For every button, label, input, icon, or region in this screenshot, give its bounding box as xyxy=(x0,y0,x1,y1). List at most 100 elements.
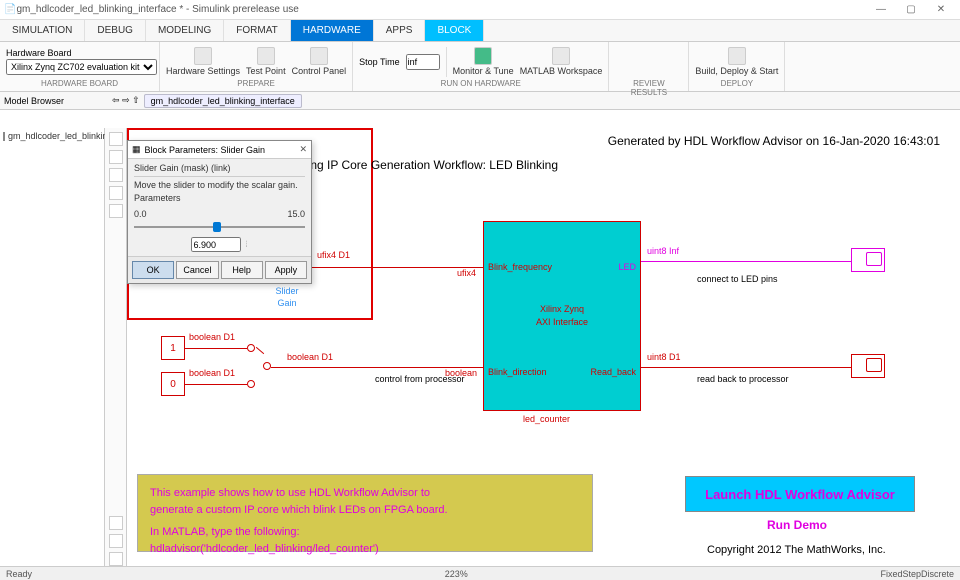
slider-value-input[interactable] xyxy=(191,237,241,252)
app-icon: 📄 xyxy=(4,4,16,15)
signal-uint-2: uint8 D1 xyxy=(647,352,681,362)
slider-low: 0.0 xyxy=(134,209,147,219)
wire xyxy=(641,367,851,368)
workspace-icon xyxy=(552,47,570,65)
led-counter-label: led_counter xyxy=(523,414,570,424)
wire xyxy=(185,384,247,385)
hwboard-label: Hardware Board xyxy=(6,48,157,58)
tab-modeling[interactable]: MODELING xyxy=(146,20,224,41)
generated-by-text: Generated by HDL Workflow Advisor on 16-… xyxy=(608,134,940,148)
dialog-titlebar[interactable]: ▦ Block Parameters: Slider Gain ✕ xyxy=(128,141,311,159)
launch-hdl-advisor-button[interactable]: Launch HDL Workflow Advisor xyxy=(685,476,915,512)
gear-icon xyxy=(194,47,212,65)
window-titlebar: 📄 gm_hdlcoder_led_blinking_interface * -… xyxy=(0,0,960,20)
signal-bool-3: boolean D1 xyxy=(287,352,333,362)
model-browser-label: Model Browser xyxy=(4,96,64,106)
tree-root[interactable]: gm_hdlcoder_led_blinking_in xyxy=(2,130,102,142)
model-canvas[interactable]: Generated by HDL Workflow Advisor on 16-… xyxy=(127,128,960,566)
slider-gain-name1: Slider xyxy=(270,286,304,296)
monitor-tune-button[interactable]: Monitor & Tune xyxy=(453,47,514,76)
main-title2: AXI Interface xyxy=(484,317,640,327)
ribbon: Hardware Board Xilinx Zynq ZC702 evaluat… xyxy=(0,42,960,92)
switch-node xyxy=(247,380,255,388)
zoom-fit-button[interactable] xyxy=(109,132,123,146)
tab-block[interactable]: BLOCK xyxy=(425,20,484,41)
tab-simulation[interactable]: SIMULATION xyxy=(0,20,85,41)
dialog-ok-button[interactable]: OK xyxy=(132,261,174,279)
control-from-label: control from processor xyxy=(375,374,465,385)
canvas-toolbar xyxy=(105,128,127,566)
switch-output xyxy=(263,362,271,370)
slider-thumb[interactable] xyxy=(213,222,221,232)
hwboard-section: HARDWARE BOARD xyxy=(6,79,153,89)
tab-hardware[interactable]: HARDWARE xyxy=(291,20,374,41)
slider-high: 15.0 xyxy=(287,209,305,219)
build-deploy-button[interactable]: Build, Deploy & Start xyxy=(695,47,778,76)
model-icon xyxy=(3,132,5,141)
annotate-button[interactable] xyxy=(109,516,123,530)
info-button[interactable] xyxy=(109,552,123,566)
testpoint-icon xyxy=(257,47,275,65)
panel-icon xyxy=(310,47,328,65)
switch-node xyxy=(247,344,255,352)
scope-led[interactable] xyxy=(851,248,885,272)
readback-label: read back to processor xyxy=(697,374,789,385)
tab-debug[interactable]: DEBUG xyxy=(85,20,146,41)
workspace: gm_hdlcoder_led_blinking_in Generated by… xyxy=(0,128,960,566)
breadcrumb[interactable]: gm_hdlcoder_led_blinking_interface xyxy=(144,94,302,108)
dialog-params-label: Parameters xyxy=(134,193,305,203)
constant-block-2[interactable]: 1 xyxy=(161,336,185,360)
minimize-button[interactable]: — xyxy=(866,1,896,19)
dialog-cancel-button[interactable]: Cancel xyxy=(176,261,218,279)
port-readback: Read_back xyxy=(590,367,636,377)
wire xyxy=(256,347,264,354)
diagram-title: Using IP Core Generation Workflow: LED B… xyxy=(293,158,558,172)
stoptime-label: Stop Time xyxy=(359,57,400,67)
library-button[interactable] xyxy=(109,534,123,548)
hwboard-select[interactable]: Xilinx Zynq ZC702 evaluation kit xyxy=(6,59,157,75)
dialog-title: Block Parameters: Slider Gain xyxy=(145,145,266,155)
scope-readback[interactable] xyxy=(851,354,885,378)
wire xyxy=(185,348,247,349)
close-button[interactable]: ✕ xyxy=(926,1,956,19)
toolstrip-tabs: SIMULATION DEBUG MODELING FORMAT HARDWAR… xyxy=(0,20,960,42)
test-point-button[interactable]: Test Point xyxy=(246,47,286,76)
window-title: gm_hdlcoder_led_blinking_interface * - S… xyxy=(16,4,298,15)
dialog-apply-button[interactable]: Apply xyxy=(265,261,307,279)
constant-block-3[interactable]: 0 xyxy=(161,372,185,396)
zoom-in-button[interactable] xyxy=(109,150,123,164)
hardware-settings-button[interactable]: Hardware Settings xyxy=(166,47,240,76)
annotation-note[interactable]: This example shows how to use HDL Workfl… xyxy=(137,474,593,552)
play-icon xyxy=(474,47,492,65)
block-parameters-dialog: ▦ Block Parameters: Slider Gain ✕ Slider… xyxy=(127,140,312,284)
zoom-out-button[interactable] xyxy=(109,168,123,182)
wire-mag xyxy=(641,261,851,262)
connect-to-label: connect to LED pins xyxy=(697,274,778,285)
control-panel-button[interactable]: Control Panel xyxy=(292,47,347,76)
slider-track[interactable] xyxy=(134,221,305,233)
main-title1: Xilinx Zynq xyxy=(484,304,640,314)
port-blink-frequency: Blink_frequency xyxy=(488,262,552,272)
maximize-button[interactable]: ▢ xyxy=(896,1,926,19)
signal-ufix-3: ufix4 xyxy=(457,268,476,278)
signal-bool-1: boolean D1 xyxy=(189,332,235,342)
status-solver: FixedStepDiscrete xyxy=(880,569,954,579)
dialog-close-button[interactable]: ✕ xyxy=(299,144,307,155)
signal-uint-1: uint8 Inf xyxy=(647,246,679,256)
dialog-help-button[interactable]: Help xyxy=(221,261,263,279)
deploy-icon xyxy=(728,47,746,65)
port-blink-direction: Blink_direction xyxy=(488,367,547,377)
dialog-mask: Slider Gain (mask) (link) xyxy=(134,163,305,173)
status-bar: Ready 223% FixedStepDiscrete xyxy=(0,566,960,580)
tab-format[interactable]: FORMAT xyxy=(224,20,290,41)
pan-button[interactable] xyxy=(109,186,123,200)
matlab-workspace-button[interactable]: MATLAB Workspace xyxy=(520,47,603,76)
led-counter-subsystem[interactable]: Blink_frequency Blink_direction LED Read… xyxy=(483,221,641,411)
select-button[interactable] xyxy=(109,204,123,218)
model-browser-tree: gm_hdlcoder_led_blinking_in xyxy=(0,128,105,566)
run-demo-label: Run Demo xyxy=(767,518,827,532)
signal-ufix-2: ufix4 D1 xyxy=(317,250,350,260)
stoptime-input[interactable] xyxy=(406,54,440,70)
signal-bool-2: boolean D1 xyxy=(189,368,235,378)
tab-apps[interactable]: APPS xyxy=(374,20,426,41)
